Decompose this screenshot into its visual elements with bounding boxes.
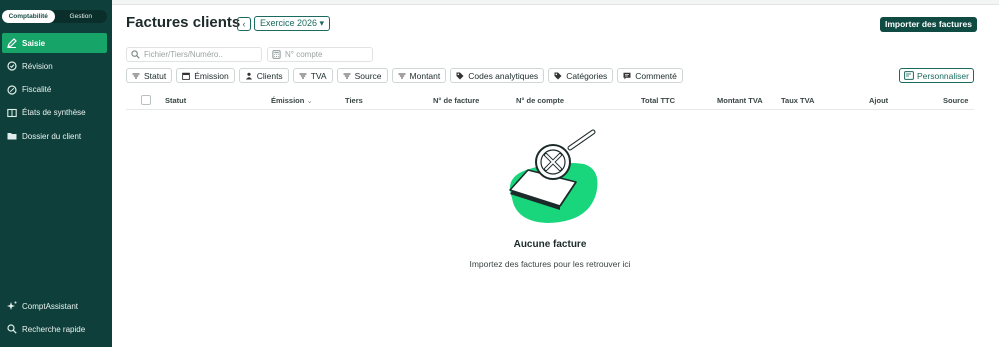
sidebar-item-recherche[interactable]: Recherche rapide — [2, 319, 107, 339]
sidebar-item-label: ComptAssistant — [22, 301, 79, 311]
sidebar-item-dossier[interactable]: Dossier du client — [2, 126, 107, 146]
empty-state-title: Aucune facture — [513, 239, 587, 250]
sidebar: Comptabilité Gestion Saisie Révision Fis… — [0, 0, 112, 347]
sidebar-item-label: États de synthèse — [22, 108, 86, 118]
toggle-gestion[interactable]: Gestion — [55, 10, 108, 23]
pencil-icon — [6, 38, 17, 49]
sidebar-item-saisie[interactable]: Saisie — [2, 33, 107, 53]
sidebar-item-label: Dossier du client — [22, 131, 82, 141]
sidebar-item-label: Révision — [22, 61, 53, 71]
folder-icon — [6, 131, 17, 142]
sidebar-nav: Saisie Révision Fiscalité États de synth… — [0, 33, 112, 149]
empty-state: Aucune facture Importez des factures pou… — [126, 0, 974, 347]
sidebar-item-label: Fiscalité — [22, 85, 52, 95]
sidebar-item-revision[interactable]: Révision — [2, 56, 107, 76]
sidebar-item-label: Saisie — [22, 38, 46, 48]
mode-toggle[interactable]: Comptabilité Gestion — [2, 10, 107, 23]
empty-state-subtitle: Importez des factures pour les retrouver… — [469, 259, 631, 269]
sidebar-item-etats[interactable]: États de synthèse — [2, 103, 107, 123]
sidebar-item-label: Recherche rapide — [22, 324, 86, 334]
toggle-comptabilite[interactable]: Comptabilité — [2, 10, 55, 23]
sidebar-item-fiscalite[interactable]: Fiscalité — [2, 80, 107, 100]
sidebar-item-comptassistant[interactable]: ComptAssistant — [2, 296, 107, 316]
refresh-icon — [6, 61, 17, 72]
sidebar-bottom: ComptAssistant Recherche rapide — [0, 296, 112, 342]
book-icon — [6, 107, 17, 118]
percent-icon — [6, 84, 17, 95]
sparkle-icon — [6, 301, 17, 312]
search-icon — [6, 324, 17, 335]
